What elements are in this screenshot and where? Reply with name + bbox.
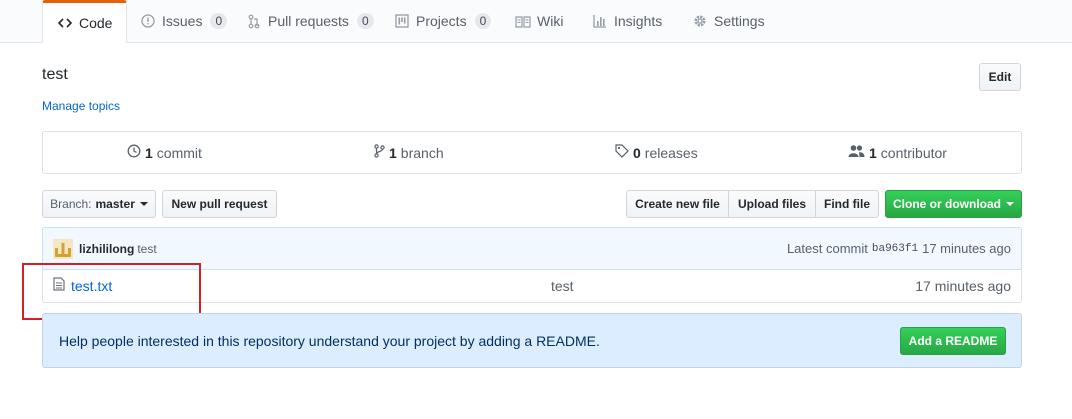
tab-insights[interactable]: Insights: [592, 0, 662, 42]
tab-settings[interactable]: Settings: [692, 0, 765, 42]
find-file-button[interactable]: Find file: [815, 190, 879, 218]
chevron-down-icon: [139, 202, 148, 206]
repo-nav: Code Issues 0 Pull requests 0 Projects 0…: [0, 0, 1072, 43]
tab-wiki[interactable]: Wiki: [515, 0, 563, 42]
tab-label: Insights: [614, 13, 663, 29]
clone-or-download-button[interactable]: Clone or download: [885, 190, 1022, 218]
tab-code[interactable]: Code: [42, 0, 128, 43]
branches-link[interactable]: 1 branch: [374, 132, 444, 173]
create-new-file-button[interactable]: Create new file: [626, 190, 729, 218]
releases-link[interactable]: 0 releases: [615, 132, 698, 173]
issue-icon: [140, 13, 156, 29]
pull-requests-counter: 0: [356, 13, 374, 29]
release-count: 0: [633, 144, 641, 161]
branch-prefix: Branch:: [50, 197, 92, 211]
add-readme-button[interactable]: Add a README: [900, 327, 1006, 355]
branch-count: 1: [389, 144, 397, 161]
gear-icon: [692, 13, 708, 29]
release-label: releases: [644, 144, 698, 161]
edit-description-button[interactable]: Edit: [979, 63, 1021, 91]
graph-icon: [592, 13, 608, 29]
tab-label: Issues: [162, 13, 203, 29]
code-icon: [57, 15, 73, 31]
latest-commit-info: Latest commit ba963f1 17 minutes ago: [787, 228, 1011, 269]
tab-label: Wiki: [537, 13, 564, 29]
readme-prompt: Help people interested in this repositor…: [42, 313, 1022, 368]
manage-topics-link[interactable]: Manage topics: [42, 99, 120, 113]
branch-label: branch: [400, 144, 444, 161]
file-age: 17 minutes ago: [915, 277, 1011, 294]
book-icon: [515, 13, 531, 29]
tab-issues[interactable]: Issues 0: [140, 0, 228, 42]
branch-name: master: [95, 197, 135, 211]
contributor-count: 1: [869, 144, 877, 161]
latest-commit-prefix: Latest commit: [786, 241, 868, 256]
tab-pull-requests[interactable]: Pull requests 0: [246, 0, 374, 42]
upload-files-button[interactable]: Upload files: [728, 190, 816, 218]
branch-select-button[interactable]: Branch: master: [42, 190, 156, 218]
projects-counter: 0: [474, 13, 492, 29]
commit-label: commit: [156, 144, 202, 161]
branch-icon: [374, 144, 385, 161]
tab-label: Pull requests: [268, 13, 349, 29]
commit-message[interactable]: test: [137, 242, 156, 256]
commit-sha[interactable]: ba963f1: [872, 243, 918, 255]
clone-label: Clone or download: [893, 197, 1001, 211]
tab-label: Settings: [714, 13, 765, 29]
tag-icon: [615, 144, 629, 161]
pull-request-icon: [246, 13, 262, 29]
file-commit-message[interactable]: test: [551, 269, 574, 302]
chevron-down-icon: [1006, 202, 1014, 206]
highlight-annotation-box: [22, 263, 201, 320]
numbers-summary: 1 commit 1 branch 0 releases 1 contribut…: [42, 131, 1022, 174]
people-icon: [848, 144, 865, 161]
commit-count: 1: [145, 144, 153, 161]
avatar[interactable]: [53, 239, 73, 259]
history-icon: [127, 144, 141, 161]
tab-label: Code: [79, 14, 113, 31]
tab-label: Projects: [416, 13, 467, 29]
issues-counter: 0: [210, 13, 228, 29]
new-pull-request-button[interactable]: New pull request: [162, 190, 277, 218]
contributors-link[interactable]: 1 contributor: [848, 132, 947, 173]
readme-prompt-text: Help people interested in this repositor…: [59, 332, 600, 349]
tab-projects[interactable]: Projects 0: [394, 0, 492, 42]
commits-link[interactable]: 1 commit: [127, 132, 202, 173]
commit-age: 17 minutes ago: [922, 241, 1011, 256]
contributor-label: contributor: [880, 144, 947, 161]
commit-author[interactable]: lizhililong: [79, 242, 134, 256]
project-icon: [394, 13, 410, 29]
repo-description: test: [42, 66, 68, 83]
